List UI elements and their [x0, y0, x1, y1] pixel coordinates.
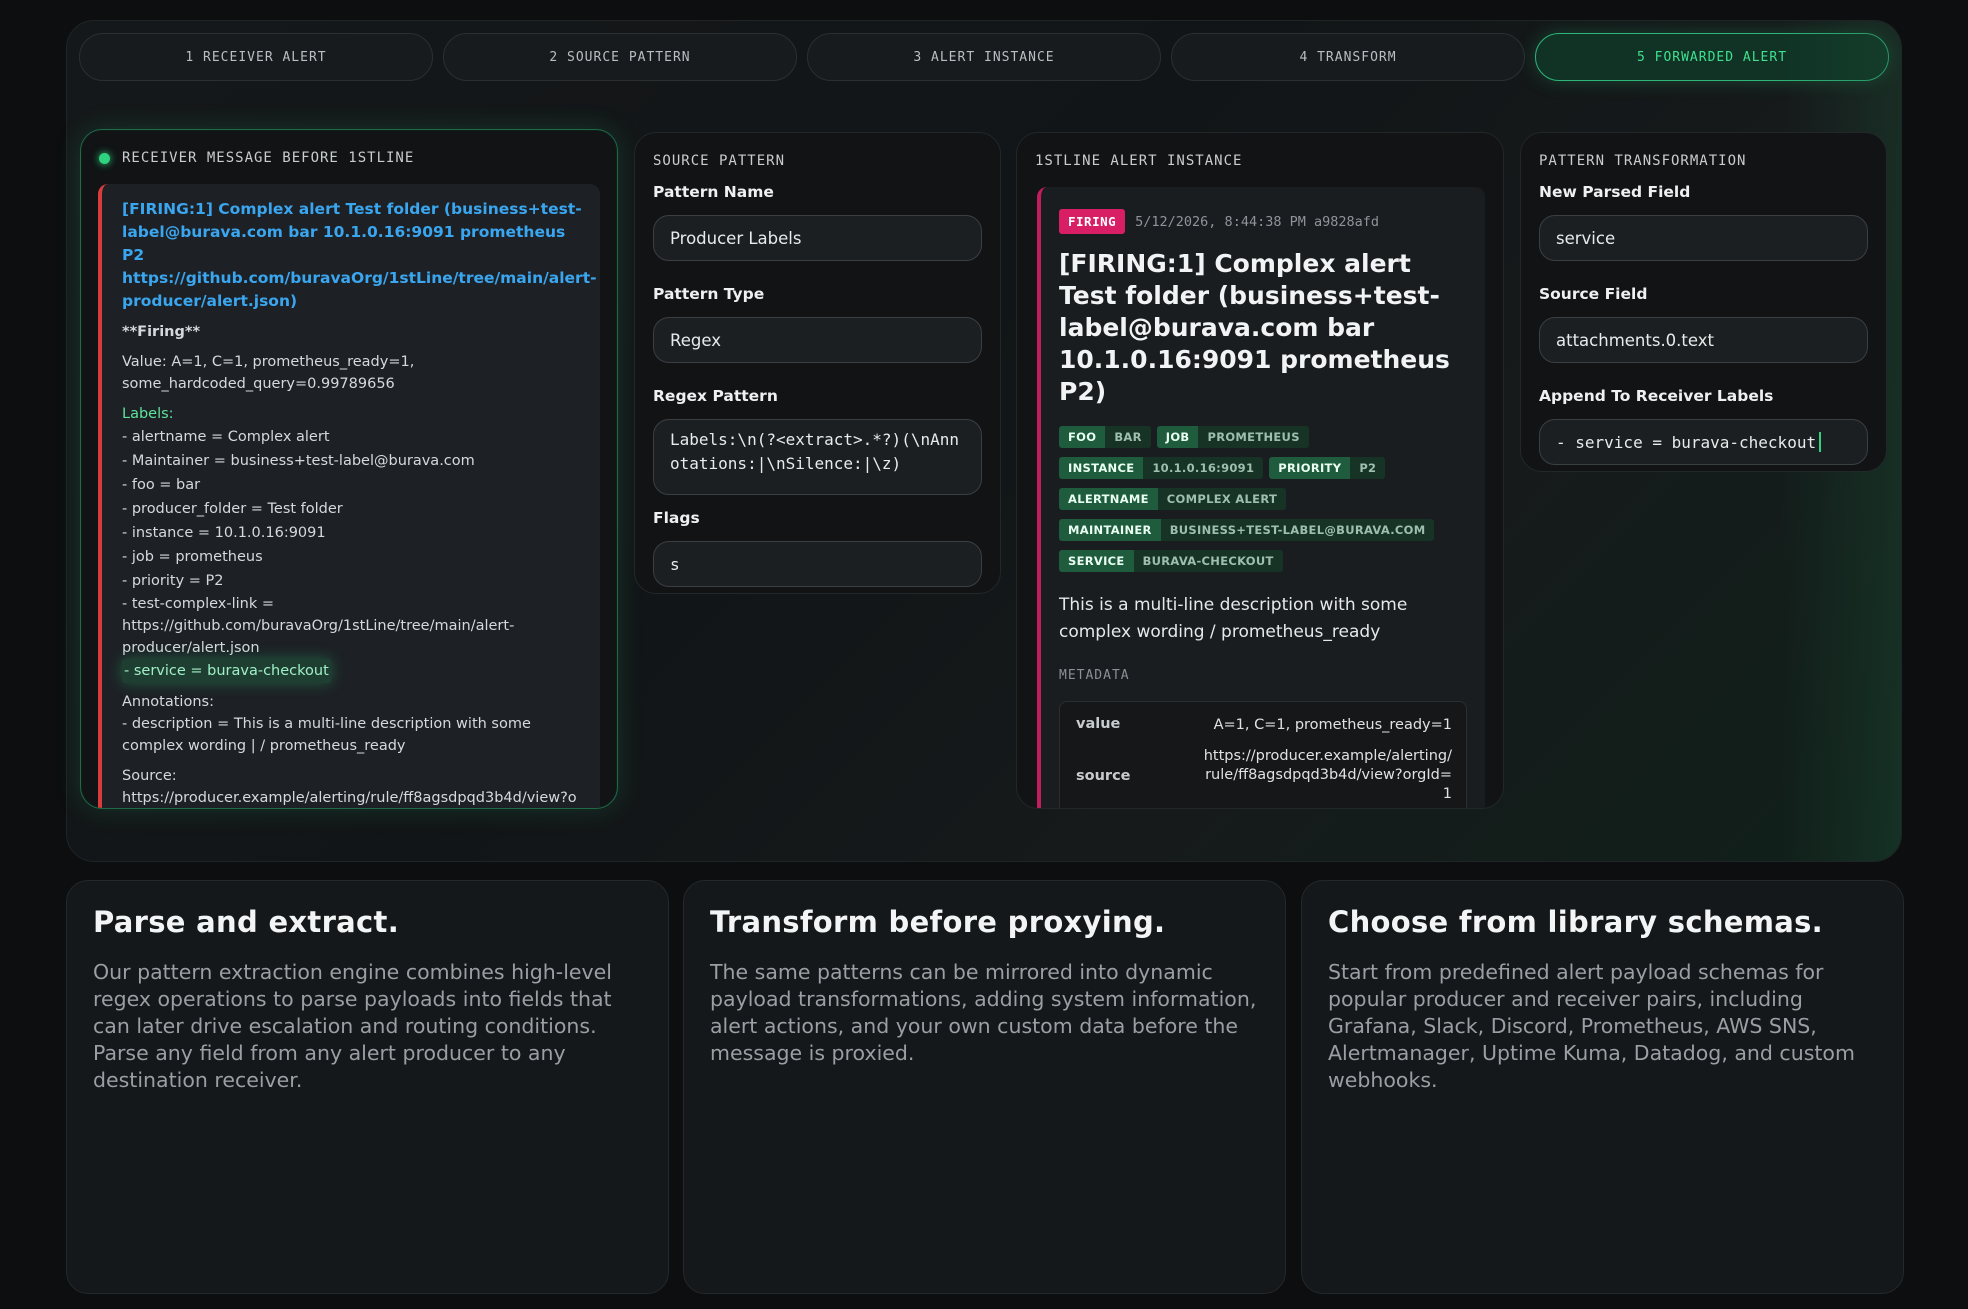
source-field-label: Source Field: [1539, 285, 1648, 303]
card-body: Start from predefined alert payload sche…: [1328, 960, 1855, 1092]
regex-pattern-input[interactable]: Labels:\n(?<extract>.*?)(\nAnnotations:|…: [653, 419, 982, 495]
alert-meta: 5/12/2026, 8:44:38 PM a9828afd: [1135, 213, 1379, 230]
pattern-name-input[interactable]: Producer Labels: [653, 215, 982, 261]
tag-pill: JOB PROMETHEUS: [1156, 426, 1309, 448]
feature-card-parse: Parse and extract. Our pattern extractio…: [66, 880, 669, 1294]
metadata-row: value A=1, C=1, prometheus_ready=1: [1076, 716, 1452, 733]
tab-receiver-alert[interactable]: 1 RECEIVER ALERT: [79, 33, 433, 81]
tag-pill: ALERTNAME COMPLEX ALERT: [1059, 488, 1287, 510]
annotations-heading: Annotations:: [122, 694, 214, 710]
tag-pill: FOO BAR: [1059, 426, 1151, 448]
alert-instance-panel: 1STLINE ALERT INSTANCE FIRING 5/12/2026,…: [1016, 132, 1504, 809]
pattern-type-label: Pattern Type: [653, 285, 765, 303]
receiver-panel: RECEIVER MESSAGE BEFORE 1STLINE [FIRING:…: [80, 129, 618, 809]
regex-pattern-label: Regex Pattern: [653, 387, 778, 405]
flags-label: Flags: [653, 509, 700, 527]
alert-instance-title: 1STLINE ALERT INSTANCE: [1035, 153, 1243, 169]
receiver-panel-title: RECEIVER MESSAGE BEFORE 1STLINE: [122, 150, 415, 166]
tag-pill: MAINTAINER BUSINESS+TEST-LABEL@BURAVA.COM: [1059, 519, 1435, 541]
annotation-line: - description = This is a multi-line des…: [122, 716, 531, 754]
card-title: Transform before proxying.: [710, 905, 1166, 939]
receiver-message: [FIRING:1] Complex alert Test folder (bu…: [98, 184, 600, 808]
tag-pill: PRIORITY P2: [1269, 457, 1386, 479]
highlighted-label: - service = burava-checkout: [122, 659, 331, 683]
step-tabs: 1 RECEIVER ALERT 2 SOURCE PATTERN 3 ALER…: [79, 33, 1889, 81]
tab-source-pattern[interactable]: 2 SOURCE PATTERN: [443, 33, 797, 81]
alert-title: [FIRING:1] Complex alert Test folder (bu…: [1059, 249, 1450, 406]
label-line: - test-complex-link = https://github.com…: [122, 596, 515, 656]
labels-heading: Labels:: [122, 406, 174, 422]
source-pattern-title: SOURCE PATTERN: [653, 153, 786, 169]
feature-card-transform: Transform before proxying. The same patt…: [683, 880, 1286, 1294]
label-line: - foo = bar: [122, 477, 201, 493]
new-field-label: New Parsed Field: [1539, 183, 1691, 201]
card-title: Parse and extract.: [93, 905, 400, 939]
value-text: Value: A=1, C=1, prometheus_ready=1, som…: [122, 354, 415, 392]
status-badge: FIRING: [1059, 209, 1126, 234]
flags-input[interactable]: s: [653, 541, 982, 587]
alert-link[interactable]: [FIRING:1] Complex alert Test folder (bu…: [122, 198, 597, 313]
source-pattern-panel: SOURCE PATTERN Pattern Name Producer Lab…: [634, 132, 1001, 594]
label-line: - priority = P2: [122, 573, 224, 589]
tag-pill: INSTANCE 10.1.0.16:9091: [1059, 457, 1264, 479]
label-line: - Maintainer = business+test-label@burav…: [122, 453, 475, 469]
alert-instance-card: FIRING 5/12/2026, 8:44:38 PM a9828afd [F…: [1037, 187, 1485, 808]
tab-transform[interactable]: 4 TRANSFORM: [1171, 33, 1525, 81]
pattern-type-select[interactable]: Regex: [653, 317, 982, 363]
label-line: - alertname = Complex alert: [122, 429, 330, 445]
firing-text: **Firing**: [122, 324, 201, 340]
source-link[interactable]: https://producer.example/alerting/rule/f…: [122, 787, 582, 808]
pattern-name-label: Pattern Name: [653, 183, 774, 201]
metadata-table: value A=1, C=1, prometheus_ready=1 sourc…: [1059, 701, 1467, 808]
pattern-transformation-title: PATTERN TRANSFORMATION: [1539, 153, 1747, 169]
source-field-input[interactable]: attachments.0.text: [1539, 317, 1868, 363]
feature-card-library: Choose from library schemas. Start from …: [1301, 880, 1904, 1294]
new-field-input[interactable]: service: [1539, 215, 1868, 261]
card-title: Choose from library schemas.: [1328, 905, 1823, 939]
status-dot-icon: [99, 152, 110, 164]
card-body: Our pattern extraction engine combines h…: [93, 960, 612, 1092]
tag-pill: SERVICE BURAVA-CHECKOUT: [1059, 550, 1283, 572]
source-heading: Source:: [122, 768, 177, 784]
label-line: - job = prometheus: [122, 549, 263, 565]
label-line: - instance = 10.1.0.16:9091: [122, 525, 326, 541]
metadata-row: source https://producer.example/alerting…: [1076, 748, 1452, 802]
pattern-transformation-panel: PATTERN TRANSFORMATION New Parsed Field …: [1520, 132, 1887, 472]
alert-description: This is a multi-line description with so…: [1059, 595, 1408, 642]
card-body: The same patterns can be mirrored into d…: [710, 960, 1257, 1065]
metadata-heading: METADATA: [1059, 668, 1130, 683]
append-labels-input[interactable]: - service = burava-checkout: [1539, 419, 1868, 465]
label-line: - producer_folder = Test folder: [122, 501, 343, 517]
tab-forwarded-alert[interactable]: 5 FORWARDED ALERT: [1535, 33, 1889, 81]
append-labels-value: - service = burava-checkout: [1556, 432, 1817, 452]
label-tags: FOO BAR JOB PROMETHEUS INSTANCE 10.1.0.16:9…: [1059, 426, 1467, 572]
tab-alert-instance[interactable]: 3 ALERT INSTANCE: [807, 33, 1161, 81]
append-labels-label: Append To Receiver Labels: [1539, 387, 1774, 405]
text-caret: [1819, 432, 1822, 452]
